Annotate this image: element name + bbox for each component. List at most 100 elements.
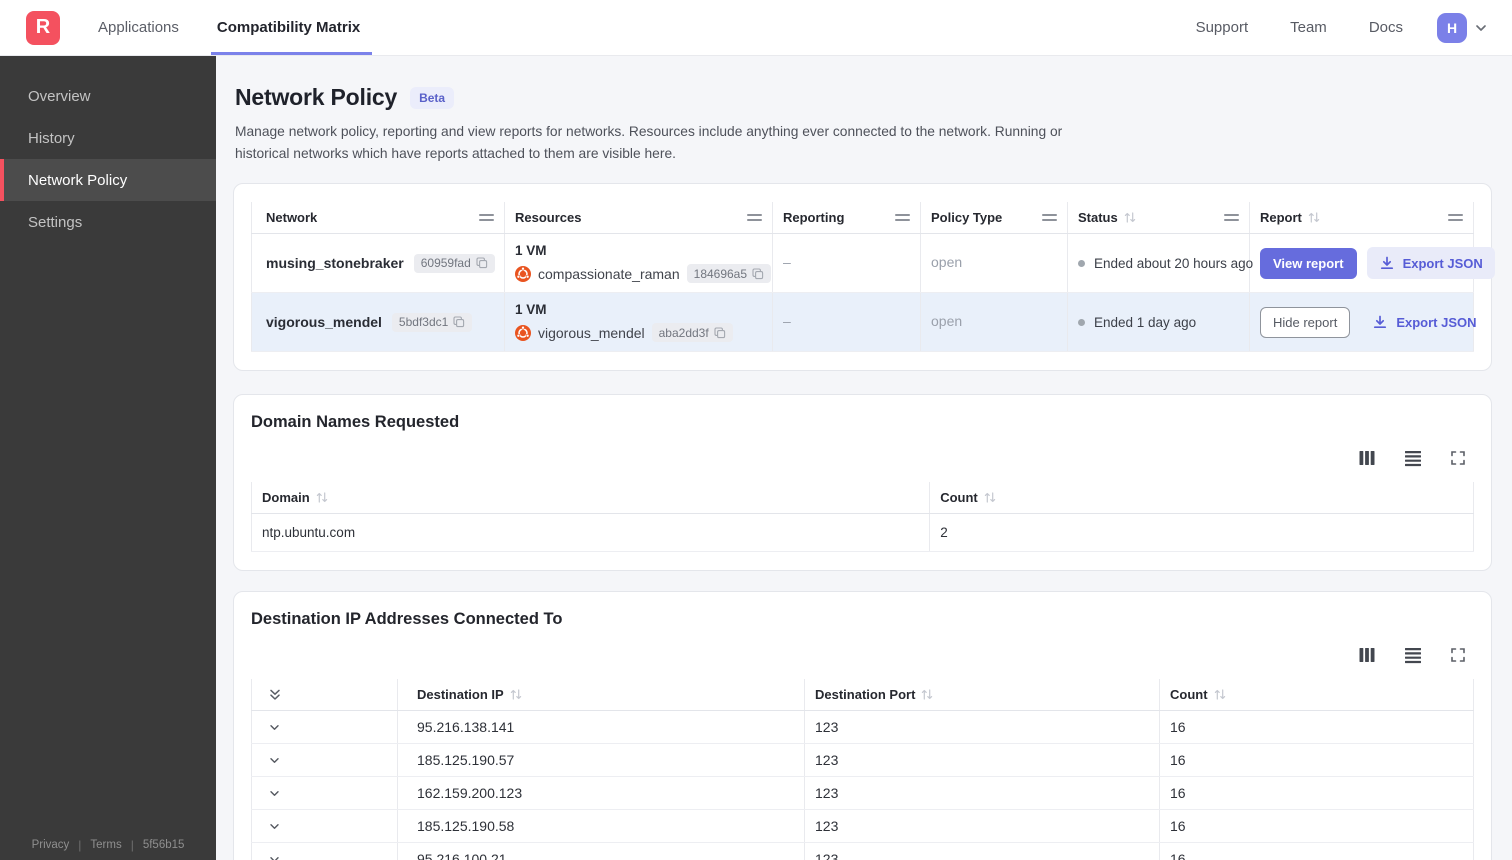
destination-port: 123 xyxy=(804,743,1160,778)
col-header-count[interactable]: Count xyxy=(1159,679,1474,712)
tab-compatibility-matrix[interactable]: Compatibility Matrix xyxy=(210,0,373,55)
destinations-card-title: Destination IP Addresses Connected To xyxy=(251,610,563,629)
network-row[interactable]: musing_stonebraker 60959fad 1 VM compass… xyxy=(251,233,1495,294)
chevron-down-icon[interactable] xyxy=(268,820,282,833)
columns-icon[interactable] xyxy=(1358,646,1376,664)
col-header-destination-port[interactable]: Destination Port xyxy=(804,679,1160,712)
copy-icon[interactable] xyxy=(476,257,488,269)
col-header-expand-all[interactable] xyxy=(251,679,398,712)
status-text: Ended about 20 hours ago xyxy=(1094,255,1254,271)
sort-icon xyxy=(510,688,522,701)
destination-ip: 95.216.100.21 xyxy=(397,842,805,860)
chevron-down-icon[interactable] xyxy=(268,853,282,860)
top-navbar: R Applications Compatibility Matrix Supp… xyxy=(0,0,1512,56)
destination-port: 123 xyxy=(804,710,1160,745)
destination-count: 16 xyxy=(1159,809,1474,844)
vm-count: 1 VM xyxy=(515,243,547,259)
sidebar-item-network-policy[interactable]: Network Policy xyxy=(0,159,216,201)
resource-name: compassionate_raman xyxy=(538,265,680,282)
sidebar: Overview History Network Policy Settings… xyxy=(0,56,216,860)
sidebar-nav: Overview History Network Policy Settings xyxy=(0,56,216,243)
domains-card: Domain Names Requested Domain Count ntp.… xyxy=(233,394,1492,572)
avatar[interactable]: H xyxy=(1437,12,1467,43)
networks-table: Network Resources Reporting Policy Type … xyxy=(251,202,1495,353)
terms-link[interactable]: Terms xyxy=(90,839,121,851)
col-header-count[interactable]: Count xyxy=(929,482,1474,515)
networks-card: Network Resources Reporting Policy Type … xyxy=(233,183,1495,372)
app-logo[interactable]: R xyxy=(26,10,60,45)
download-icon xyxy=(1379,255,1395,271)
fullscreen-icon[interactable] xyxy=(1450,450,1466,466)
col-header-policy-type[interactable]: Policy Type xyxy=(920,202,1068,235)
chevron-down-icon[interactable] xyxy=(268,787,282,800)
sidebar-item-settings[interactable]: Settings xyxy=(0,201,216,243)
destination-port: 123 xyxy=(804,842,1160,860)
density-icon[interactable] xyxy=(1404,646,1422,664)
sidebar-item-history[interactable]: History xyxy=(0,117,216,159)
col-header-destination-ip[interactable]: Destination IP xyxy=(397,679,805,712)
ubuntu-icon xyxy=(515,324,531,341)
link-support[interactable]: Support xyxy=(1196,19,1249,36)
network-name: musing_stonebraker xyxy=(266,255,404,272)
destination-row: 95.216.138.141 123 16 xyxy=(251,710,1474,745)
chevron-down-icon[interactable] xyxy=(268,754,282,767)
fullscreen-icon[interactable] xyxy=(1450,647,1466,663)
network-hash-badge: 5bdf3dc1 xyxy=(391,312,473,332)
col-label: Report xyxy=(1260,210,1302,226)
double-chevron-down-icon[interactable] xyxy=(268,687,282,702)
domain-row: ntp.ubuntu.com 2 xyxy=(250,513,1474,553)
col-label: Network xyxy=(266,210,318,226)
destination-row: 185.125.190.58 123 16 xyxy=(251,809,1474,844)
tab-applications[interactable]: Applications xyxy=(96,0,181,55)
density-icon[interactable] xyxy=(1404,449,1422,467)
network-row[interactable]: vigorous_mendel 5bdf3dc1 1 VM vigorous_m… xyxy=(251,292,1477,353)
copy-icon[interactable] xyxy=(752,268,764,280)
chevron-down-icon[interactable] xyxy=(1474,21,1488,35)
column-menu-icon[interactable] xyxy=(747,213,762,222)
top-nav-right: Support Team Docs H xyxy=(1154,12,1488,43)
col-header-network[interactable]: Network xyxy=(251,202,505,235)
status-dot xyxy=(1078,318,1085,326)
col-header-domain[interactable]: Domain xyxy=(250,482,931,515)
col-label: Destination Port xyxy=(815,687,916,703)
top-tabs: Applications Compatibility Matrix xyxy=(96,0,396,55)
reporting-value: – xyxy=(783,313,791,330)
destination-count: 16 xyxy=(1159,743,1474,778)
column-menu-icon[interactable] xyxy=(895,213,910,222)
col-label: Destination IP xyxy=(417,687,504,703)
col-header-report[interactable]: Report xyxy=(1249,202,1474,235)
copy-icon[interactable] xyxy=(714,327,726,339)
chevron-down-icon[interactable] xyxy=(268,721,282,734)
destination-row: 95.216.100.21 123 16 xyxy=(251,842,1474,860)
footer-divider: | xyxy=(78,838,82,852)
copy-icon[interactable] xyxy=(453,316,465,328)
col-header-status[interactable]: Status xyxy=(1067,202,1250,235)
column-menu-icon[interactable] xyxy=(1042,213,1057,222)
page-description: Manage network policy, reporting and vie… xyxy=(235,124,1063,162)
link-team[interactable]: Team xyxy=(1290,19,1327,36)
sidebar-item-overview[interactable]: Overview xyxy=(0,75,216,117)
domains-toolbar xyxy=(251,448,1474,468)
link-docs[interactable]: Docs xyxy=(1369,19,1403,36)
column-menu-icon[interactable] xyxy=(1448,213,1463,222)
download-icon xyxy=(1372,314,1388,330)
destinations-card: Destination IP Addresses Connected To De… xyxy=(233,591,1492,860)
column-menu-icon[interactable] xyxy=(1224,213,1239,222)
destinations-table: Destination IP Destination Port Count 95… xyxy=(251,679,1474,860)
columns-icon[interactable] xyxy=(1358,449,1376,467)
column-menu-icon[interactable] xyxy=(479,213,494,222)
view-report-button[interactable]: View report xyxy=(1260,247,1357,279)
export-json-button[interactable]: Export JSON xyxy=(1360,306,1488,338)
export-json-button[interactable]: Export JSON xyxy=(1366,247,1495,280)
col-header-reporting[interactable]: Reporting xyxy=(772,202,921,235)
domain-value: ntp.ubuntu.com xyxy=(250,513,931,553)
destinations-toolbar xyxy=(251,645,1474,665)
col-label: Policy Type xyxy=(931,210,1003,226)
domains-card-title: Domain Names Requested xyxy=(251,413,460,432)
status-text: Ended 1 day ago xyxy=(1094,314,1197,330)
col-header-resources[interactable]: Resources xyxy=(504,202,773,235)
hide-report-button[interactable]: Hide report xyxy=(1260,306,1351,338)
domain-count: 2 xyxy=(929,513,1474,553)
privacy-link[interactable]: Privacy xyxy=(32,839,70,851)
network-hash-badge: 60959fad xyxy=(413,253,495,273)
